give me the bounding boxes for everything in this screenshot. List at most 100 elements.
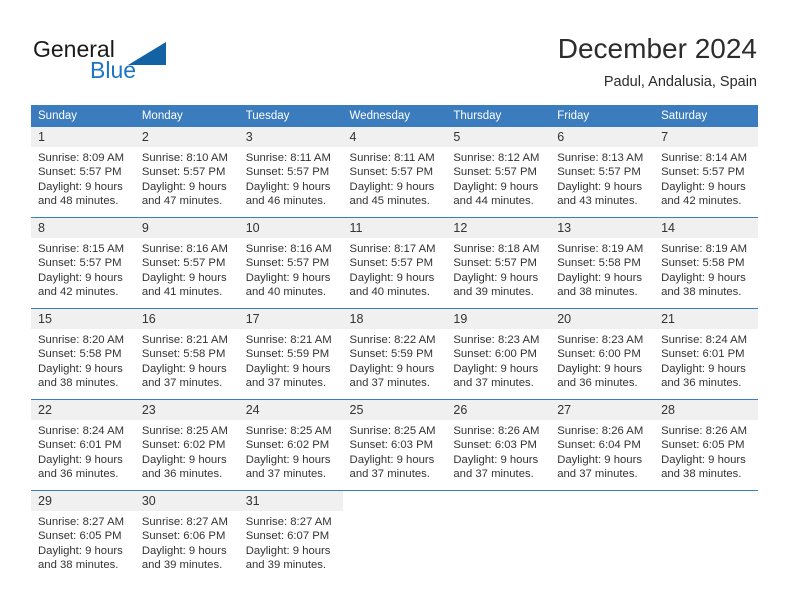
weekday-header-row: Sunday Monday Tuesday Wednesday Thursday… — [31, 105, 758, 127]
day-cell-inner: 2 Sunrise: 8:10 AM Sunset: 5:57 PM Daylight… — [134, 127, 239, 217]
weekday-header-wednesday: Wednesday — [342, 105, 447, 127]
day-detail-daylight2: and 42 minutes. — [661, 195, 742, 208]
calendar-day-cell[interactable]: 12 Sunrise: 8:18 AM Sunset: 5:57 PM Dayligh… — [446, 217, 551, 309]
day-detail-sunset: Sunset: 5:57 PM — [661, 166, 745, 179]
calendar-day-cell[interactable]: 11 Sunrise: 8:17 AM Sunset: 5:57 PM Dayligh… — [342, 217, 447, 309]
calendar-day-cell[interactable]: 20 Sunrise: 8:23 AM Sunset: 6:00 PM Dayligh… — [550, 308, 655, 400]
day-details: Sunrise: 8:17 AM Sunset: 5:57 PM Daylight:… — [343, 238, 447, 300]
calendar-day-cell[interactable]: 28 Sunrise: 8:26 AM Sunset: 6:05 PM Dayligh… — [654, 399, 758, 491]
day-details: Sunrise: 8:21 AM Sunset: 5:58 PM Daylight:… — [135, 329, 239, 391]
calendar-day-cell[interactable]: 19 Sunrise: 8:23 AM Sunset: 6:00 PM Dayligh… — [446, 308, 551, 400]
day-detail-daylight2: and 36 minutes. — [141, 468, 223, 481]
calendar-day-cell[interactable]: 24 Sunrise: 8:25 AM Sunset: 6:02 PM Dayligh… — [238, 399, 343, 491]
day-cell-inner — [446, 491, 550, 581]
day-detail-sunrise: Sunrise: 8:16 AM — [245, 243, 332, 255]
day-details: Sunrise: 8:20 AM Sunset: 5:58 PM Daylight:… — [31, 329, 135, 391]
calendar-day-cell[interactable]: 10 Sunrise: 8:16 AM Sunset: 5:57 PM Dayligh… — [238, 217, 343, 309]
day-detail-sunrise: Sunrise: 8:27 AM — [141, 516, 228, 528]
calendar-day-cell[interactable]: 16 Sunrise: 8:21 AM Sunset: 5:58 PM Dayligh… — [134, 308, 239, 400]
day-detail-sunset: Sunset: 6:03 PM — [349, 439, 434, 452]
day-detail-daylight2: and 38 minutes. — [661, 286, 742, 299]
generalblue-logo[interactable]: General Blue — [33, 36, 166, 86]
day-detail-daylight2: and 37 minutes. — [245, 468, 327, 481]
day-detail-daylight2: and 46 minutes. — [245, 195, 327, 208]
calendar-day-cell[interactable]: 17 Sunrise: 8:21 AM Sunset: 5:59 PM Dayligh… — [238, 308, 343, 400]
calendar-day-cell[interactable]: 31 Sunrise: 8:27 AM Sunset: 6:07 PM Dayligh… — [238, 490, 343, 581]
calendar-day-cell[interactable]: 2 Sunrise: 8:10 AM Sunset: 5:57 PM Daylight… — [134, 127, 239, 218]
calendar-day-cell[interactable]: 5 Sunrise: 8:12 AM Sunset: 5:57 PM Daylight… — [446, 127, 551, 218]
calendar-week-row: 1 Sunrise: 8:09 AM Sunset: 5:57 PM Daylight… — [31, 127, 758, 218]
day-details: Sunrise: 8:14 AM Sunset: 5:57 PM Daylight:… — [654, 147, 758, 209]
day-detail-sunrise: Sunrise: 8:26 AM — [661, 425, 748, 437]
day-number: 27 — [550, 400, 655, 420]
day-detail-sunrise: Sunrise: 8:11 AM — [245, 152, 331, 164]
day-detail-sunrise: Sunrise: 8:22 AM — [349, 334, 436, 346]
calendar-day-cell[interactable]: 6 Sunrise: 8:13 AM Sunset: 5:57 PM Daylight… — [550, 127, 655, 218]
calendar-day-cell[interactable]: 25 Sunrise: 8:25 AM Sunset: 6:03 PM Dayligh… — [342, 399, 447, 491]
day-detail-sunrise: Sunrise: 8:20 AM — [38, 334, 125, 346]
day-detail-sunset: Sunset: 6:06 PM — [141, 530, 226, 543]
calendar-day-cell[interactable]: 21 Sunrise: 8:24 AM Sunset: 6:01 PM Dayligh… — [654, 308, 758, 400]
day-detail-sunset: Sunset: 5:57 PM — [557, 166, 641, 179]
calendar-week-row: 15 Sunrise: 8:20 AM Sunset: 5:58 PM Dayligh… — [31, 308, 758, 400]
day-detail-sunrise: Sunrise: 8:11 AM — [349, 152, 435, 164]
day-detail-daylight1: Daylight: 9 hours — [661, 271, 746, 284]
day-details: Sunrise: 8:25 AM Sunset: 6:02 PM Daylight:… — [239, 420, 343, 482]
day-detail-sunrise: Sunrise: 8:16 AM — [141, 243, 228, 255]
calendar-day-cell[interactable]: 15 Sunrise: 8:20 AM Sunset: 5:58 PM Dayligh… — [31, 308, 135, 400]
day-cell-inner: 26 Sunrise: 8:26 AM Sunset: 6:03 PM Dayligh… — [446, 400, 551, 490]
calendar-day-cell[interactable]: 3 Sunrise: 8:11 AM Sunset: 5:57 PM Daylight… — [238, 127, 343, 218]
calendar-day-cell[interactable]: 9 Sunrise: 8:16 AM Sunset: 5:57 PM Daylight… — [134, 217, 239, 309]
calendar-day-cell[interactable]: 7 Sunrise: 8:14 AM Sunset: 5:57 PM Daylight… — [654, 127, 758, 218]
day-number: 10 — [238, 218, 343, 238]
calendar-day-cell[interactable]: 8 Sunrise: 8:15 AM Sunset: 5:57 PM Daylight… — [31, 217, 135, 309]
calendar-day-cell[interactable]: 30 Sunrise: 8:27 AM Sunset: 6:06 PM Dayligh… — [134, 490, 239, 581]
day-detail-sunset: Sunset: 6:05 PM — [38, 530, 122, 543]
day-number: 21 — [654, 309, 758, 329]
page-subtitle: Padul, Andalusia, Spain — [603, 74, 757, 90]
calendar-day-cell[interactable]: 29 Sunrise: 8:27 AM Sunset: 6:05 PM Dayligh… — [31, 490, 135, 581]
day-detail-daylight2: and 40 minutes. — [349, 286, 430, 299]
calendar-day-cell[interactable]: 14 Sunrise: 8:19 AM Sunset: 5:58 PM Dayligh… — [654, 217, 758, 309]
calendar-day-cell[interactable]: 26 Sunrise: 8:26 AM Sunset: 6:03 PM Dayligh… — [446, 399, 551, 491]
calendar-day-cell[interactable]: 4 Sunrise: 8:11 AM Sunset: 5:57 PM Daylight… — [342, 127, 447, 218]
day-cell-inner: 20 Sunrise: 8:23 AM Sunset: 6:00 PM Dayligh… — [550, 309, 655, 399]
day-detail-daylight1: Daylight: 9 hours — [38, 271, 123, 284]
day-cell-inner: 22 Sunrise: 8:24 AM Sunset: 6:01 PM Dayligh… — [31, 400, 135, 490]
calendar-day-cell[interactable]: 27 Sunrise: 8:26 AM Sunset: 6:04 PM Dayligh… — [550, 399, 655, 491]
day-number: 28 — [654, 400, 758, 420]
weekday-header-saturday: Saturday — [654, 105, 758, 127]
title-block: December 2024 Padul, Andalusia, Spain — [558, 32, 757, 92]
calendar-day-cell[interactable]: 23 Sunrise: 8:25 AM Sunset: 6:02 PM Dayligh… — [134, 399, 239, 491]
day-number: 11 — [342, 218, 447, 238]
day-detail-sunrise: Sunrise: 8:14 AM — [661, 152, 748, 164]
day-detail-sunrise: Sunrise: 8:19 AM — [557, 243, 644, 255]
day-detail-sunrise: Sunrise: 8:23 AM — [557, 334, 644, 346]
day-cell-inner: 3 Sunrise: 8:11 AM Sunset: 5:57 PM Daylight… — [238, 127, 343, 217]
day-detail-daylight1: Daylight: 9 hours — [661, 453, 746, 466]
day-detail-sunrise: Sunrise: 8:23 AM — [453, 334, 540, 346]
day-details — [343, 511, 447, 515]
day-detail-sunset: Sunset: 6:01 PM — [38, 439, 122, 452]
day-detail-daylight1: Daylight: 9 hours — [38, 544, 123, 557]
calendar-day-cell[interactable]: 1 Sunrise: 8:09 AM Sunset: 5:57 PM Daylight… — [31, 127, 135, 218]
day-details: Sunrise: 8:26 AM Sunset: 6:04 PM Daylight:… — [550, 420, 654, 482]
day-detail-daylight1: Daylight: 9 hours — [245, 362, 331, 375]
calendar-day-cell[interactable]: 13 Sunrise: 8:19 AM Sunset: 5:58 PM Dayligh… — [550, 217, 655, 309]
calendar-day-cell-empty — [446, 490, 551, 581]
day-detail-sunset: Sunset: 6:01 PM — [661, 348, 745, 361]
calendar-day-cell[interactable]: 18 Sunrise: 8:22 AM Sunset: 5:59 PM Dayligh… — [342, 308, 447, 400]
day-cell-inner: 27 Sunrise: 8:26 AM Sunset: 6:04 PM Dayligh… — [550, 400, 655, 490]
day-detail-sunrise: Sunrise: 8:25 AM — [349, 425, 436, 437]
day-cell-inner: 23 Sunrise: 8:25 AM Sunset: 6:02 PM Dayligh… — [134, 400, 239, 490]
day-cell-inner: 7 Sunrise: 8:14 AM Sunset: 5:57 PM Daylight… — [654, 127, 758, 217]
day-detail-sunrise: Sunrise: 8:24 AM — [661, 334, 748, 346]
day-number — [446, 491, 550, 511]
day-detail-daylight1: Daylight: 9 hours — [141, 362, 227, 375]
day-detail-sunrise: Sunrise: 8:21 AM — [245, 334, 332, 346]
day-details: Sunrise: 8:23 AM Sunset: 6:00 PM Daylight:… — [446, 329, 550, 391]
day-detail-sunset: Sunset: 6:02 PM — [245, 439, 330, 452]
month-calendar-table: Sunday Monday Tuesday Wednesday Thursday… — [31, 105, 758, 581]
calendar-day-cell[interactable]: 22 Sunrise: 8:24 AM Sunset: 6:01 PM Dayligh… — [31, 399, 135, 491]
day-details: Sunrise: 8:25 AM Sunset: 6:03 PM Daylight:… — [343, 420, 447, 482]
